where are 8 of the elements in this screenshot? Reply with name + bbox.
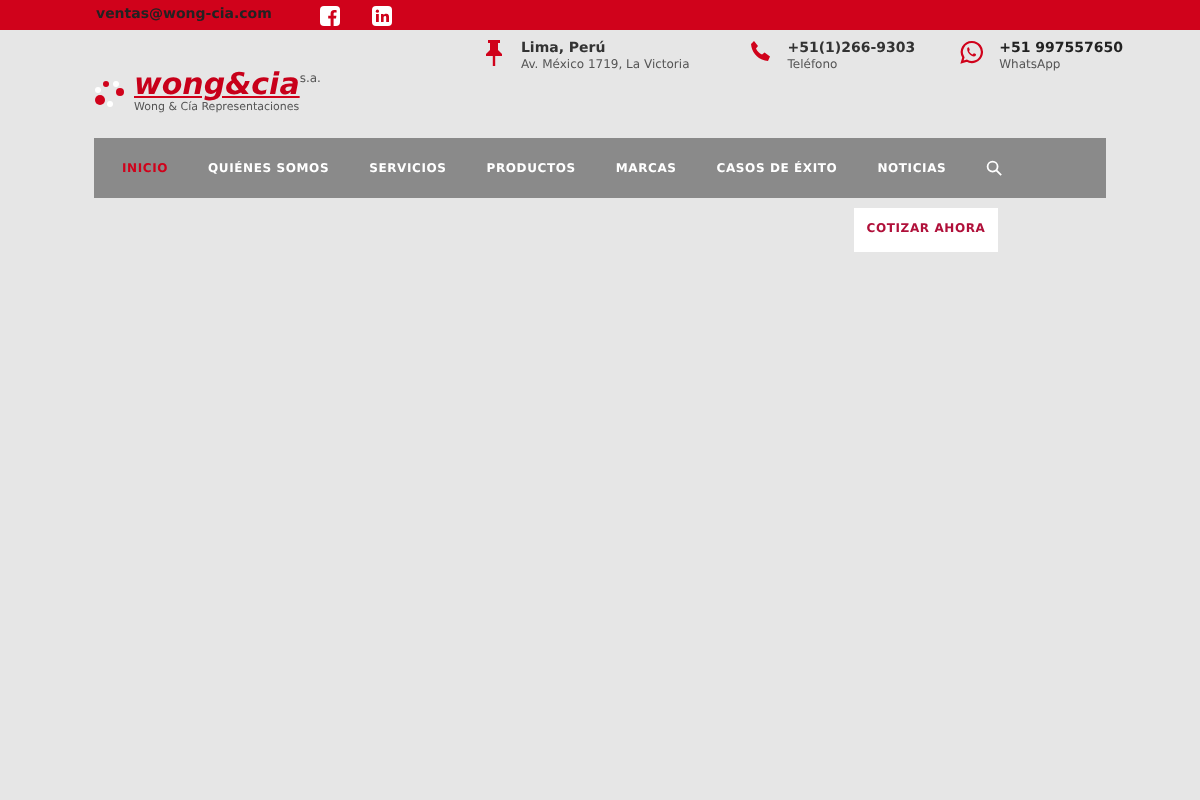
pushpin-icon — [484, 40, 505, 66]
linkedin-icon[interactable] — [371, 5, 392, 25]
logo-wordmark: wong&cia — [134, 70, 300, 100]
search-icon[interactable] — [986, 160, 1003, 176]
whatsapp-icon — [959, 40, 984, 64]
dots-logo-icon — [94, 79, 126, 108]
phone-icon — [749, 40, 772, 62]
facebook-icon[interactable] — [319, 5, 340, 25]
